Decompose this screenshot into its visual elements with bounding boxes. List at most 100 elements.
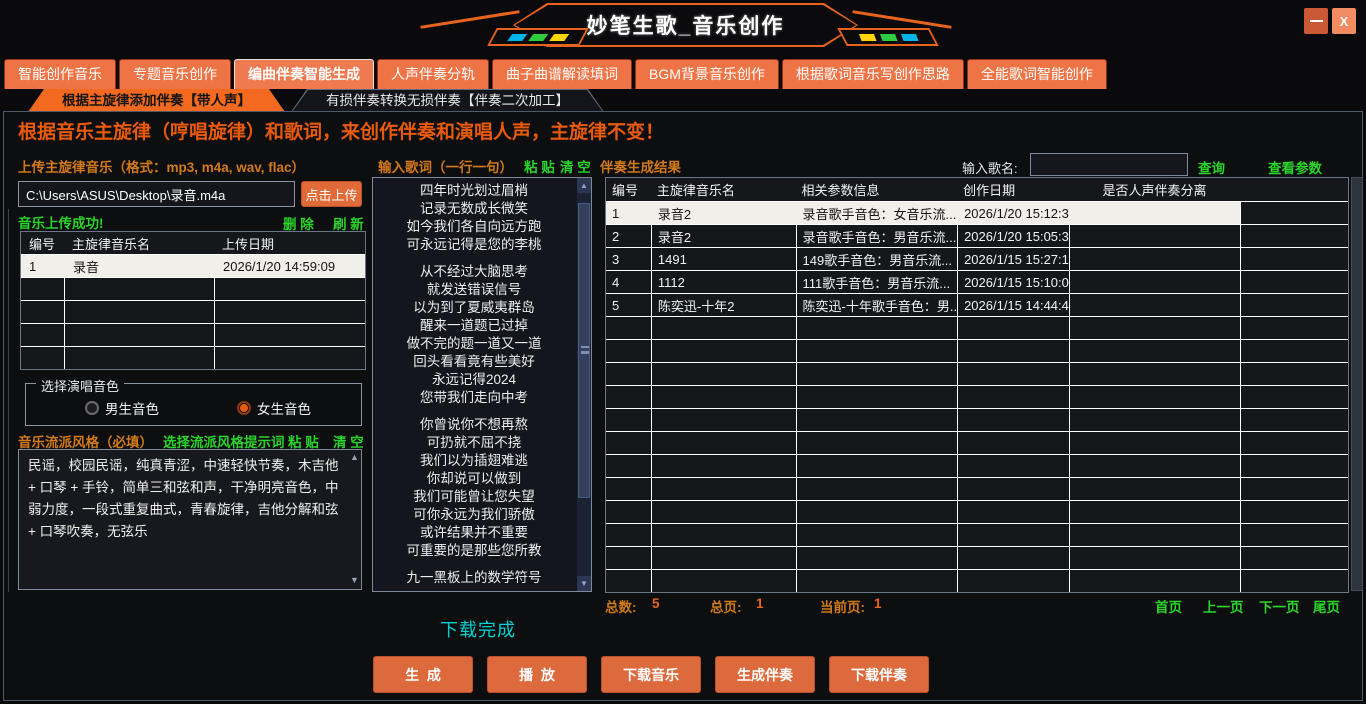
lyrics-line: 可你永远为我们骄傲 bbox=[373, 506, 575, 524]
total-count-label: 总数: bbox=[605, 596, 637, 616]
main-tab[interactable]: 专题音乐创作 bbox=[119, 59, 231, 89]
song-name-input[interactable] bbox=[1030, 153, 1188, 176]
table-row[interactable] bbox=[606, 362, 1348, 385]
genre-style-textarea[interactable]: 民谣，校园民谣，纯真青涩，中速轻快节奏，木吉他 + 口琴 + 手铃，简单三和弦和… bbox=[18, 449, 362, 590]
lyrics-line: 可重要的是那些您所教 bbox=[373, 542, 575, 560]
main-tab[interactable]: 曲子曲谱解读填词 bbox=[492, 59, 632, 89]
table-row[interactable] bbox=[606, 385, 1348, 408]
minimize-icon bbox=[1310, 20, 1323, 22]
main-tab[interactable]: 编曲伴奏智能生成 bbox=[234, 59, 374, 89]
lyrics-line: 九一黑板上的数学符号 bbox=[373, 569, 575, 587]
action-button-bar: 生 成 播 放 下载音乐 生成伴奏 下载伴奏 bbox=[373, 656, 929, 693]
action-button[interactable]: 播 放 bbox=[487, 656, 587, 693]
table-row[interactable]: 3 1491 149歌手音色：男音乐流... 2026/1/15 15:27:1… bbox=[606, 247, 1348, 270]
page-title: 根据音乐主旋律（哼唱旋律）和歌词，来创作伴奏和演唱人声，主旋律不变！ bbox=[18, 117, 664, 144]
table-row[interactable]: 1 录音 2026/1/20 14:59:09 bbox=[21, 254, 365, 277]
scrollbar-thumb[interactable] bbox=[578, 203, 590, 498]
table-row[interactable] bbox=[606, 569, 1348, 592]
titlebar: 妙笔生歌_音乐创作 X bbox=[0, 0, 1366, 56]
lyrics-line: 你曾说你不想再熬 bbox=[373, 416, 575, 434]
results-table: 编号 主旋律音乐名 相关参数信息 创作日期 是否人声伴奏分离 1 录音2 录音歌… bbox=[605, 177, 1349, 593]
first-page-link[interactable]: 首页 bbox=[1155, 596, 1182, 616]
table-row[interactable] bbox=[606, 408, 1348, 431]
table-row[interactable] bbox=[606, 339, 1348, 362]
dash-icon bbox=[507, 34, 527, 41]
main-tab[interactable]: 人声伴奏分轨 bbox=[377, 59, 489, 89]
lyrics-line: 您带我们走向中考 bbox=[373, 389, 575, 407]
table-row[interactable]: 5 陈奕迅-十年2 陈奕迅-十年歌手音色：男... 2026/1/15 14:4… bbox=[606, 293, 1348, 316]
table-row[interactable] bbox=[606, 316, 1348, 339]
query-link[interactable]: 查询 bbox=[1198, 157, 1225, 177]
action-button[interactable]: 生 成 bbox=[373, 656, 473, 693]
view-params-link[interactable]: 查看参数 bbox=[1268, 157, 1322, 177]
table-row[interactable]: 4 1112 111歌手音色：男音乐流... 2026/1/15 15:10:0… bbox=[606, 270, 1348, 293]
scroll-up-icon[interactable]: ▲ bbox=[348, 452, 361, 462]
results-scrollbar[interactable] bbox=[1351, 177, 1363, 591]
upload-button[interactable]: 点击上传 bbox=[301, 181, 362, 207]
lyrics-scrollbar[interactable]: ▲ ▼ bbox=[577, 178, 591, 591]
scroll-up-icon[interactable]: ▲ bbox=[577, 178, 591, 193]
dash-icon bbox=[549, 34, 569, 41]
action-button[interactable]: 下载音乐 bbox=[601, 656, 701, 693]
main-tab[interactable]: 全能歌词智能创作 bbox=[967, 59, 1107, 89]
dash-icon bbox=[528, 34, 548, 41]
file-path-input[interactable] bbox=[18, 181, 295, 207]
lyrics-line: 或许结果并不重要 bbox=[373, 524, 575, 542]
main-tab[interactable]: 根据歌词音乐写创作思路 bbox=[782, 59, 964, 89]
lyrics-line: 记录无数成长微笑 bbox=[373, 200, 575, 218]
prev-page-link[interactable]: 上一页 bbox=[1203, 596, 1244, 616]
lyrics-textarea[interactable]: 四年时光划过眉梢 记录无数成长微笑 如今我们各自向远方跑 可永远记得是您的李桃 … bbox=[372, 177, 592, 592]
lyrics-line: 以为到了夏威夷群岛 bbox=[373, 299, 575, 317]
scrollbar-grip-icon bbox=[581, 346, 589, 354]
table-row[interactable] bbox=[606, 546, 1348, 569]
table-row[interactable]: 1 录音2 录音歌手音色：女音乐流... 2026/1/20 15:12:31 bbox=[606, 201, 1348, 224]
last-page-link[interactable]: 尾页 bbox=[1313, 596, 1340, 616]
table-row[interactable] bbox=[21, 300, 365, 323]
minimize-button[interactable] bbox=[1304, 8, 1328, 34]
sub-tab-add-accompaniment[interactable]: 根据主旋律添加伴奏【带人声】 bbox=[28, 89, 285, 112]
voice-radio-option[interactable]: 男生音色 bbox=[85, 398, 159, 418]
lyrics-paste-link[interactable]: 粘 贴 bbox=[524, 156, 555, 176]
title-decoration-left bbox=[420, 10, 519, 29]
action-button[interactable]: 下载伴奏 bbox=[829, 656, 929, 693]
lyrics-line: 四年时光划过眉梢 bbox=[373, 182, 575, 200]
close-button[interactable]: X bbox=[1332, 8, 1356, 34]
table-row[interactable] bbox=[21, 323, 365, 346]
action-button[interactable]: 生成伴奏 bbox=[715, 656, 815, 693]
delete-link[interactable]: 删 除 bbox=[283, 213, 314, 233]
table-row[interactable] bbox=[606, 454, 1348, 477]
upload-status: 音乐上传成功! bbox=[18, 212, 104, 232]
close-icon: X bbox=[1340, 14, 1349, 29]
download-status: 下载完成 bbox=[440, 616, 516, 642]
lyrics-line: 可扔就不屈不挠 bbox=[373, 434, 575, 452]
dash-icon bbox=[858, 34, 875, 41]
table-row[interactable] bbox=[606, 500, 1348, 523]
main-tab[interactable]: BGM背景音乐创作 bbox=[635, 59, 779, 89]
table-row[interactable] bbox=[606, 477, 1348, 500]
genre-paste-link[interactable]: 粘 贴 bbox=[288, 431, 319, 451]
genre-clear-link[interactable]: 清 空 bbox=[333, 431, 364, 451]
table-row[interactable]: 2 录音2 录音歌手音色：男音乐流... 2026/1/20 15:05:35 bbox=[606, 224, 1348, 247]
total-pages-value: 1 bbox=[756, 596, 764, 611]
scroll-down-icon[interactable]: ▼ bbox=[348, 575, 361, 585]
refresh-link[interactable]: 刷 新 bbox=[333, 213, 364, 233]
table-row[interactable] bbox=[21, 277, 365, 300]
main-tab[interactable]: 智能创作音乐 bbox=[4, 59, 116, 89]
lyrics-line bbox=[373, 254, 575, 263]
voice-radio-option[interactable]: 女生音色 bbox=[237, 398, 311, 418]
table-row[interactable] bbox=[606, 523, 1348, 546]
sub-tab-lossless-convert[interactable]: 有损伴奏转换无损伴奏【伴奏二次加工】 bbox=[291, 89, 604, 112]
results-label: 伴奏生成结果 bbox=[600, 156, 681, 176]
table-row[interactable] bbox=[21, 346, 365, 369]
total-pages-label: 总页: bbox=[710, 596, 742, 616]
lyrics-clear-link[interactable]: 清 空 bbox=[560, 156, 591, 176]
table-row[interactable] bbox=[606, 431, 1348, 454]
lyrics-input-label: 输入歌词（一行一句） bbox=[378, 156, 513, 176]
genre-hint-link[interactable]: 选择流派风格提示词 bbox=[163, 431, 285, 451]
dash-icon bbox=[879, 34, 896, 41]
lyrics-line: 可永远记得是您的李桃 bbox=[373, 236, 575, 254]
accent-dashes-right bbox=[837, 28, 939, 46]
radio-icon bbox=[237, 401, 251, 415]
scroll-down-icon[interactable]: ▼ bbox=[577, 576, 591, 591]
next-page-link[interactable]: 下一页 bbox=[1259, 596, 1300, 616]
